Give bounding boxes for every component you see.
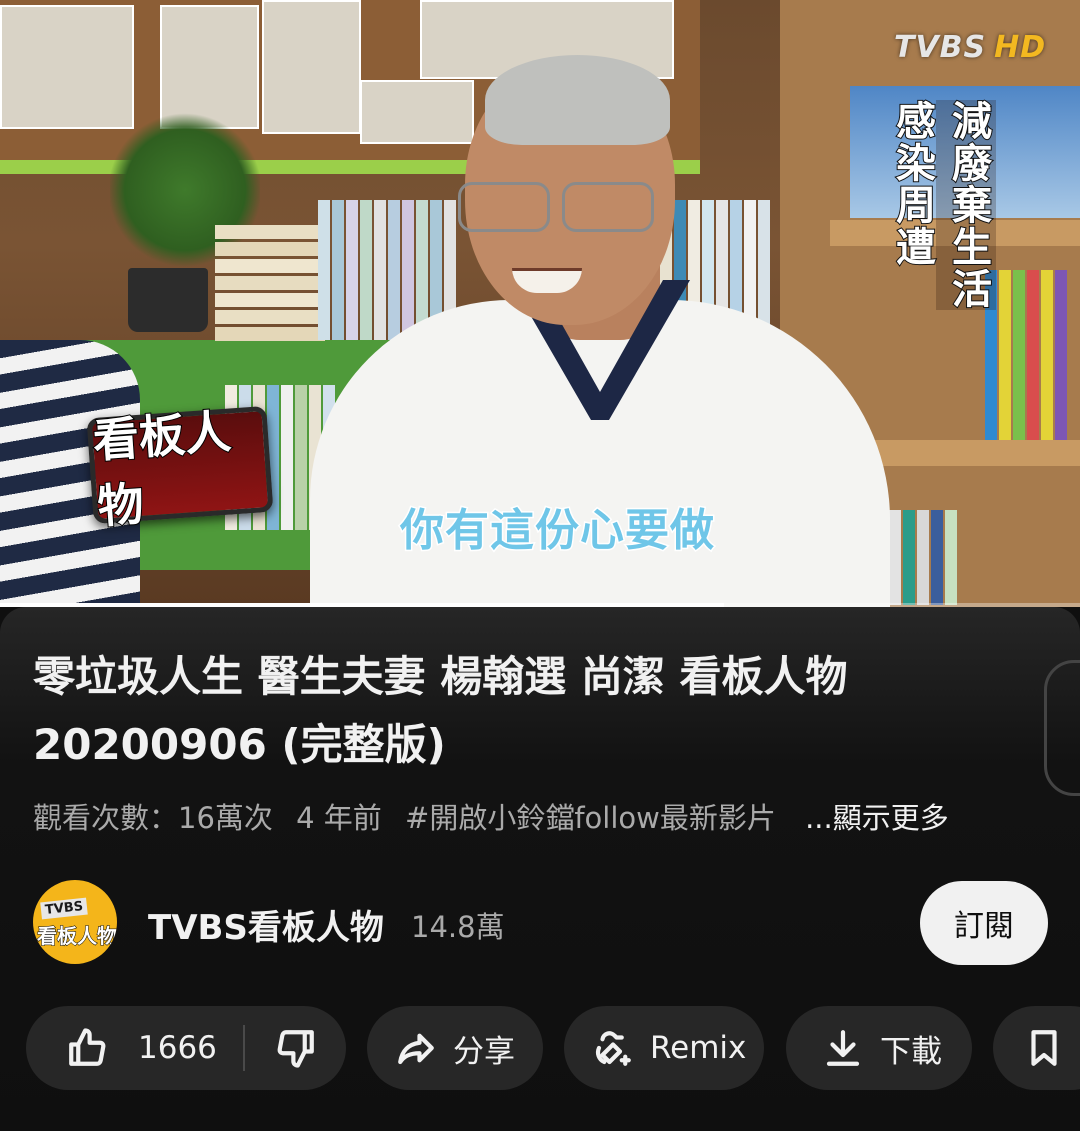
title-line-2: 20200906 (完整版) <box>33 720 446 769</box>
download-icon <box>822 1027 864 1069</box>
program-badge: 看板人物 <box>86 403 274 535</box>
book-stack <box>215 225 325 341</box>
video-subtitle: 你有這份心要做 <box>399 504 716 558</box>
panel-edge <box>1044 660 1080 796</box>
channel-avatar[interactable]: TVBS 看板人物 <box>33 880 117 964</box>
bookmark-icon <box>1023 1027 1065 1069</box>
man-shirt <box>310 300 890 607</box>
man-hair <box>485 55 670 145</box>
download-button[interactable]: 下載 <box>786 1006 972 1090</box>
thumbs-down-icon[interactable] <box>275 1027 317 1069</box>
download-label: 下載 <box>880 1033 942 1070</box>
subscribe-button[interactable]: 訂閱 <box>920 881 1048 965</box>
avatar-logo-text: TVBS <box>40 897 88 920</box>
remix-label: Remix <box>650 1030 747 1066</box>
video-player[interactable]: TVBS HD 減廢棄生活 感染周遭 看板人物 你有這份心要做 <box>0 0 1080 607</box>
avatar-name-text: 看板人物 <box>37 924 118 949</box>
view-count: 觀看次數：16萬次 <box>33 801 273 835</box>
like-divider <box>242 1025 245 1071</box>
remix-button[interactable]: Remix <box>564 1006 764 1090</box>
video-title[interactable]: 零垃圾人生 醫生夫妻 楊翰選 尚潔 看板人物 20200906 (完整版) <box>33 643 973 779</box>
glasses <box>458 182 658 232</box>
thumbs-up-icon[interactable] <box>66 1027 108 1069</box>
vertical-caption: 減廢棄生活 感染周遭 <box>888 99 996 311</box>
video-meta[interactable]: 觀看次數：16萬次 4 年前 #開啟小鈴鐺follow最新影片 ...顯示更多 <box>33 795 963 837</box>
share-icon <box>395 1027 437 1069</box>
remix-icon <box>592 1027 634 1069</box>
share-label: 分享 <box>453 1033 515 1070</box>
title-line-1: 零垃圾人生 醫生夫妻 楊翰選 尚潔 看板人物 <box>33 652 848 701</box>
like-count: 1666 <box>138 1030 217 1066</box>
like-dislike-group: 1666 <box>26 1006 346 1090</box>
tvbs-watermark: TVBS HD <box>894 30 1047 65</box>
subscriber-count: 14.8萬 <box>411 910 505 944</box>
hashtag-link[interactable]: #開啟小鈴鐺follow最新影片 <box>405 801 776 835</box>
plant-pot <box>128 268 208 332</box>
share-button[interactable]: 分享 <box>367 1006 543 1090</box>
upload-age: 4 年前 <box>296 801 382 835</box>
save-button[interactable]: 儲 <box>993 1006 1080 1090</box>
show-more-link[interactable]: ...顯示更多 <box>805 801 949 835</box>
channel-name[interactable]: TVBS看板人物 <box>148 900 384 949</box>
